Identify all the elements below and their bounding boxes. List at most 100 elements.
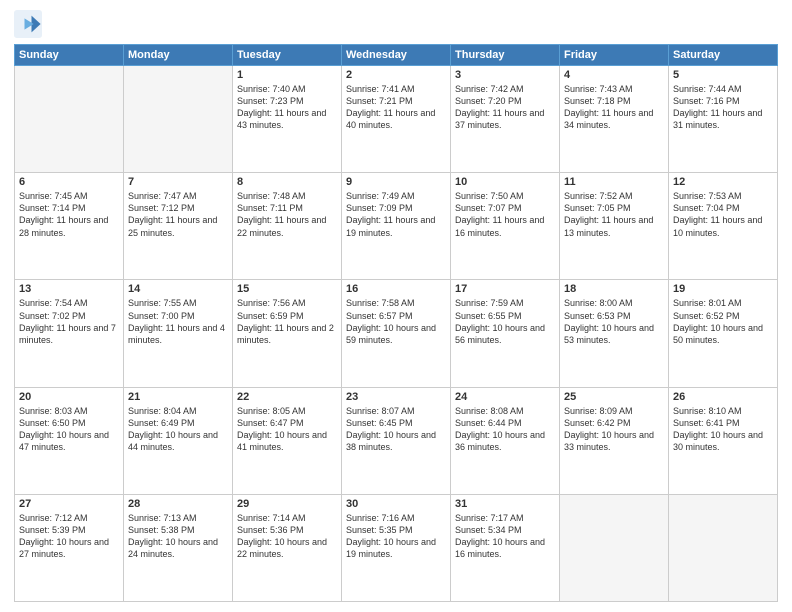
daylight-label: Daylight: 10 hours and 19 minutes. (346, 537, 436, 559)
sunset-label: Sunset: 5:34 PM (455, 525, 522, 535)
daylight-label: Daylight: 11 hours and 31 minutes. (673, 108, 762, 130)
day-info: Sunrise: 7:55 AM Sunset: 7:00 PM Dayligh… (128, 297, 228, 346)
daylight-label: Daylight: 10 hours and 27 minutes. (19, 537, 109, 559)
day-number: 2 (346, 69, 446, 81)
day-info: Sunrise: 7:17 AM Sunset: 5:34 PM Dayligh… (455, 512, 555, 561)
sunset-label: Sunset: 7:05 PM (564, 203, 631, 213)
general-blue-icon (14, 10, 42, 38)
weekday-header-cell: Wednesday (342, 45, 451, 66)
day-number: 16 (346, 283, 446, 295)
daylight-label: Daylight: 10 hours and 16 minutes. (455, 537, 545, 559)
day-info: Sunrise: 7:54 AM Sunset: 7:02 PM Dayligh… (19, 297, 119, 346)
calendar-day-cell: 19 Sunrise: 8:01 AM Sunset: 6:52 PM Dayl… (669, 280, 778, 387)
sunset-label: Sunset: 6:47 PM (237, 418, 304, 428)
sunrise-label: Sunrise: 7:59 AM (455, 298, 524, 308)
day-info: Sunrise: 7:45 AM Sunset: 7:14 PM Dayligh… (19, 190, 119, 239)
daylight-label: Daylight: 11 hours and 37 minutes. (455, 108, 544, 130)
day-number: 5 (673, 69, 773, 81)
day-info: Sunrise: 7:47 AM Sunset: 7:12 PM Dayligh… (128, 190, 228, 239)
daylight-label: Daylight: 10 hours and 44 minutes. (128, 430, 218, 452)
daylight-label: Daylight: 11 hours and 16 minutes. (455, 215, 544, 237)
sunset-label: Sunset: 7:11 PM (237, 203, 303, 213)
calendar-day-cell: 30 Sunrise: 7:16 AM Sunset: 5:35 PM Dayl… (342, 494, 451, 601)
daylight-label: Daylight: 10 hours and 33 minutes. (564, 430, 654, 452)
daylight-label: Daylight: 11 hours and 22 minutes. (237, 215, 326, 237)
calendar-week-row: 6 Sunrise: 7:45 AM Sunset: 7:14 PM Dayli… (15, 173, 778, 280)
sunrise-label: Sunrise: 8:10 AM (673, 406, 742, 416)
calendar-body: 1 Sunrise: 7:40 AM Sunset: 7:23 PM Dayli… (15, 66, 778, 602)
calendar-day-cell: 18 Sunrise: 8:00 AM Sunset: 6:53 PM Dayl… (560, 280, 669, 387)
calendar-day-cell: 26 Sunrise: 8:10 AM Sunset: 6:41 PM Dayl… (669, 387, 778, 494)
sunset-label: Sunset: 6:41 PM (673, 418, 740, 428)
calendar-day-cell (669, 494, 778, 601)
day-info: Sunrise: 7:12 AM Sunset: 5:39 PM Dayligh… (19, 512, 119, 561)
sunset-label: Sunset: 7:00 PM (128, 311, 195, 321)
calendar-day-cell: 4 Sunrise: 7:43 AM Sunset: 7:18 PM Dayli… (560, 66, 669, 173)
weekday-header-cell: Friday (560, 45, 669, 66)
day-number: 9 (346, 176, 446, 188)
day-info: Sunrise: 8:09 AM Sunset: 6:42 PM Dayligh… (564, 405, 664, 454)
calendar-day-cell: 15 Sunrise: 7:56 AM Sunset: 6:59 PM Dayl… (233, 280, 342, 387)
sunset-label: Sunset: 5:39 PM (19, 525, 86, 535)
daylight-label: Daylight: 11 hours and 13 minutes. (564, 215, 653, 237)
sunrise-label: Sunrise: 8:03 AM (19, 406, 88, 416)
sunset-label: Sunset: 6:52 PM (673, 311, 740, 321)
sunset-label: Sunset: 7:23 PM (237, 96, 304, 106)
day-info: Sunrise: 7:59 AM Sunset: 6:55 PM Dayligh… (455, 297, 555, 346)
sunset-label: Sunset: 7:04 PM (673, 203, 740, 213)
sunset-label: Sunset: 6:53 PM (564, 311, 631, 321)
sunrise-label: Sunrise: 7:52 AM (564, 191, 633, 201)
sunrise-label: Sunrise: 8:00 AM (564, 298, 633, 308)
calendar-day-cell (15, 66, 124, 173)
day-number: 24 (455, 391, 555, 403)
weekday-header-row: SundayMondayTuesdayWednesdayThursdayFrid… (15, 45, 778, 66)
calendar-day-cell: 6 Sunrise: 7:45 AM Sunset: 7:14 PM Dayli… (15, 173, 124, 280)
sunrise-label: Sunrise: 7:17 AM (455, 513, 524, 523)
sunrise-label: Sunrise: 7:41 AM (346, 84, 415, 94)
daylight-label: Daylight: 10 hours and 53 minutes. (564, 323, 654, 345)
daylight-label: Daylight: 11 hours and 7 minutes. (19, 323, 116, 345)
day-info: Sunrise: 7:40 AM Sunset: 7:23 PM Dayligh… (237, 83, 337, 132)
daylight-label: Daylight: 11 hours and 25 minutes. (128, 215, 217, 237)
calendar-day-cell: 3 Sunrise: 7:42 AM Sunset: 7:20 PM Dayli… (451, 66, 560, 173)
calendar-day-cell: 17 Sunrise: 7:59 AM Sunset: 6:55 PM Dayl… (451, 280, 560, 387)
sunrise-label: Sunrise: 7:14 AM (237, 513, 306, 523)
sunrise-label: Sunrise: 7:49 AM (346, 191, 415, 201)
sunset-label: Sunset: 5:35 PM (346, 525, 413, 535)
calendar-day-cell: 13 Sunrise: 7:54 AM Sunset: 7:02 PM Dayl… (15, 280, 124, 387)
calendar-day-cell: 16 Sunrise: 7:58 AM Sunset: 6:57 PM Dayl… (342, 280, 451, 387)
calendar-day-cell: 9 Sunrise: 7:49 AM Sunset: 7:09 PM Dayli… (342, 173, 451, 280)
calendar-week-row: 27 Sunrise: 7:12 AM Sunset: 5:39 PM Dayl… (15, 494, 778, 601)
daylight-label: Daylight: 11 hours and 40 minutes. (346, 108, 435, 130)
daylight-label: Daylight: 11 hours and 10 minutes. (673, 215, 762, 237)
sunrise-label: Sunrise: 8:09 AM (564, 406, 633, 416)
day-info: Sunrise: 8:04 AM Sunset: 6:49 PM Dayligh… (128, 405, 228, 454)
day-number: 27 (19, 498, 119, 510)
day-number: 4 (564, 69, 664, 81)
weekday-header-cell: Saturday (669, 45, 778, 66)
sunrise-label: Sunrise: 8:07 AM (346, 406, 415, 416)
calendar-day-cell: 8 Sunrise: 7:48 AM Sunset: 7:11 PM Dayli… (233, 173, 342, 280)
daylight-label: Daylight: 11 hours and 43 minutes. (237, 108, 326, 130)
calendar-day-cell: 23 Sunrise: 8:07 AM Sunset: 6:45 PM Dayl… (342, 387, 451, 494)
day-info: Sunrise: 7:53 AM Sunset: 7:04 PM Dayligh… (673, 190, 773, 239)
day-info: Sunrise: 8:01 AM Sunset: 6:52 PM Dayligh… (673, 297, 773, 346)
sunrise-label: Sunrise: 7:44 AM (673, 84, 742, 94)
calendar-day-cell: 10 Sunrise: 7:50 AM Sunset: 7:07 PM Dayl… (451, 173, 560, 280)
calendar-day-cell: 29 Sunrise: 7:14 AM Sunset: 5:36 PM Dayl… (233, 494, 342, 601)
daylight-label: Daylight: 10 hours and 56 minutes. (455, 323, 545, 345)
daylight-label: Daylight: 10 hours and 22 minutes. (237, 537, 327, 559)
day-info: Sunrise: 7:50 AM Sunset: 7:07 PM Dayligh… (455, 190, 555, 239)
day-info: Sunrise: 7:49 AM Sunset: 7:09 PM Dayligh… (346, 190, 446, 239)
day-info: Sunrise: 7:41 AM Sunset: 7:21 PM Dayligh… (346, 83, 446, 132)
logo (14, 10, 46, 38)
day-info: Sunrise: 7:13 AM Sunset: 5:38 PM Dayligh… (128, 512, 228, 561)
calendar-day-cell: 27 Sunrise: 7:12 AM Sunset: 5:39 PM Dayl… (15, 494, 124, 601)
day-info: Sunrise: 7:44 AM Sunset: 7:16 PM Dayligh… (673, 83, 773, 132)
day-info: Sunrise: 7:14 AM Sunset: 5:36 PM Dayligh… (237, 512, 337, 561)
sunrise-label: Sunrise: 7:12 AM (19, 513, 88, 523)
day-info: Sunrise: 8:00 AM Sunset: 6:53 PM Dayligh… (564, 297, 664, 346)
sunset-label: Sunset: 7:09 PM (346, 203, 413, 213)
sunrise-label: Sunrise: 7:56 AM (237, 298, 306, 308)
calendar-day-cell: 31 Sunrise: 7:17 AM Sunset: 5:34 PM Dayl… (451, 494, 560, 601)
